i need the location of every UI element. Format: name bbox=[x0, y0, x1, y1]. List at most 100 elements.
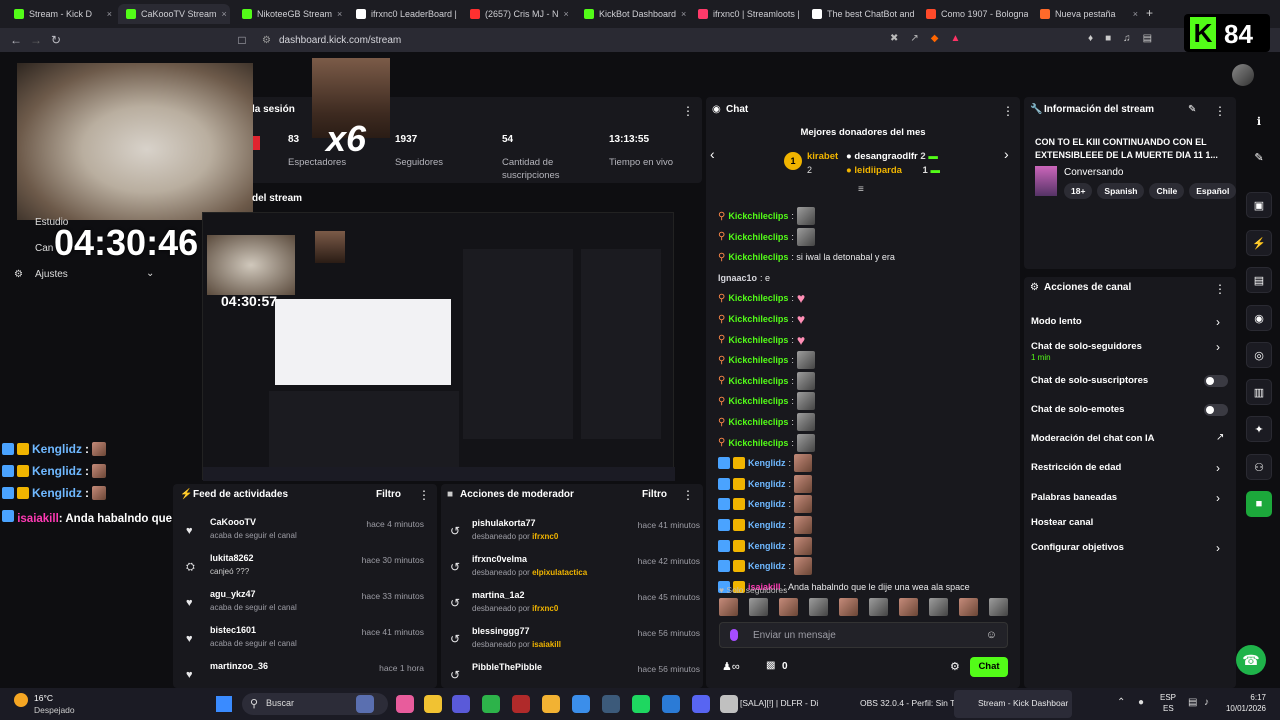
session-menu-icon[interactable]: ⋮ bbox=[682, 104, 694, 118]
mod-action-row[interactable]: ↺ blessinggg77 desbaneado por isaiakill hac… bbox=[450, 626, 700, 660]
donors-prev-icon[interactable]: ‹ bbox=[710, 146, 715, 162]
tray-chevron-icon[interactable]: ⌃ bbox=[1117, 697, 1125, 708]
address-bar[interactable]: ⚙ dashboard.kick.com/stream bbox=[262, 31, 1112, 49]
tab-close-icon[interactable]: × bbox=[681, 9, 686, 19]
chat-message[interactable]: Ignaac1o: e bbox=[718, 268, 770, 288]
chevron-right-icon[interactable]: › bbox=[1216, 491, 1220, 505]
chat-message[interactable]: ⚲ Kickchileclips: bbox=[718, 391, 815, 411]
chat-username[interactable]: Kenglidz bbox=[748, 541, 786, 551]
stream-tag[interactable]: Spanish bbox=[1097, 183, 1145, 199]
chat-icon[interactable]: ◉ bbox=[1246, 305, 1272, 331]
xbox-icon[interactable] bbox=[482, 695, 500, 713]
chat-username[interactable]: Ignaac1o bbox=[718, 273, 757, 283]
chat-message[interactable]: ⚲ Kickchileclips: bbox=[718, 350, 815, 370]
brave-shield-icon[interactable]: ◆ bbox=[931, 33, 939, 47]
bolt-icon[interactable]: ⚡ bbox=[1246, 230, 1272, 256]
info-icon[interactable]: ℹ bbox=[1246, 108, 1272, 134]
network-icon[interactable]: ▤ bbox=[1188, 697, 1197, 708]
browser-tab[interactable]: KickBot Dashboard × bbox=[576, 4, 686, 24]
chat-message[interactable]: Kenglidz: bbox=[718, 453, 813, 473]
windows-start-icon[interactable] bbox=[216, 696, 232, 712]
emoji-icon[interactable]: ☺ bbox=[986, 629, 997, 641]
clock-time[interactable]: 6:17 bbox=[1226, 693, 1266, 702]
chat-username[interactable]: Kickchileclips bbox=[728, 396, 788, 406]
copilot-icon[interactable] bbox=[396, 695, 414, 713]
browser-tab[interactable]: Como 1907 - Bologna× bbox=[918, 4, 1028, 24]
emote-picker-icon[interactable] bbox=[779, 598, 798, 616]
mic-tray-icon[interactable]: ● bbox=[1138, 697, 1144, 708]
reload-icon[interactable]: ↻ bbox=[48, 32, 64, 48]
toggle-switch[interactable] bbox=[1204, 375, 1228, 387]
chat-username[interactable]: Kenglidz bbox=[748, 520, 786, 530]
activity-row[interactable]: ♥ agu_ykz47 acaba de seguir el canal hace 3… bbox=[180, 589, 434, 623]
activity-filter-button[interactable]: Filtro bbox=[376, 489, 401, 500]
browser-tab[interactable]: Nueva pestaña × bbox=[1032, 4, 1142, 24]
tab-close-icon[interactable]: × bbox=[222, 9, 230, 19]
chat-message[interactable]: ⚲ Kickchileclips: bbox=[718, 227, 815, 247]
taskbar-kick[interactable]: Stream - Kick Dashboar bbox=[978, 698, 1068, 708]
activity-row[interactable]: ♥ bistec1601 acaba de seguir el canal hace … bbox=[180, 625, 434, 659]
discord-icon[interactable] bbox=[692, 695, 710, 713]
new-tab-button[interactable]: + bbox=[1146, 6, 1153, 20]
browser-tab[interactable]: ifrxnc0 LeaderBoard |× bbox=[348, 4, 458, 24]
emote-picker-icon[interactable] bbox=[809, 598, 828, 616]
emote-picker-icon[interactable] bbox=[899, 598, 918, 616]
browser-tab[interactable]: Stream - Kick D × bbox=[6, 4, 116, 24]
lang-indicator[interactable]: ESP bbox=[1160, 693, 1176, 702]
file-manager-icon[interactable] bbox=[424, 695, 442, 713]
mod-by-user[interactable]: ifrxnc0 bbox=[532, 532, 558, 541]
mod-by-user[interactable]: isaiakill bbox=[532, 640, 561, 649]
media-icon[interactable]: ♫ bbox=[1123, 33, 1131, 47]
edge-icon[interactable] bbox=[662, 695, 680, 713]
chat-username[interactable]: Kickchileclips bbox=[728, 252, 788, 262]
outlook-icon[interactable] bbox=[572, 695, 590, 713]
browser-tab[interactable]: (2657) Cris MJ - N × bbox=[462, 4, 572, 24]
mod-filter-button[interactable]: Filtro bbox=[642, 489, 667, 500]
user-avatar[interactable] bbox=[1232, 64, 1254, 86]
chat-send-button[interactable]: Chat bbox=[970, 657, 1008, 677]
chat-message[interactable]: Kenglidz: bbox=[718, 494, 813, 514]
tab-close-icon[interactable]: × bbox=[107, 9, 116, 19]
chat-input[interactable]: Enviar un mensaje ☺ bbox=[719, 622, 1008, 648]
channel-action-label[interactable]: Restricción de edad bbox=[1031, 462, 1121, 473]
spotify-icon[interactable] bbox=[632, 695, 650, 713]
mod-action-row[interactable]: ↺ martina_1a2 desbaneado por ifrxnc0 hace 4… bbox=[450, 590, 700, 624]
emote-picker-icon[interactable] bbox=[989, 598, 1008, 616]
external-link-icon[interactable]: ↗ bbox=[1216, 432, 1224, 443]
mod-action-row[interactable]: ↺ pishulakorta77 desbaneado por ifrxnc0 hac… bbox=[450, 518, 700, 552]
chat-username[interactable]: Kenglidz bbox=[748, 499, 786, 509]
chat-message[interactable]: ⚲ Kickchileclips: bbox=[718, 412, 815, 432]
chat-username[interactable]: Kickchileclips bbox=[728, 211, 788, 221]
sidebar-item-ajustes[interactable]: Ajustes bbox=[35, 269, 68, 280]
emote-picker-icon[interactable] bbox=[959, 598, 978, 616]
mute-icon[interactable]: ✖ bbox=[890, 33, 898, 47]
edit-icon[interactable]: ✎ bbox=[1246, 144, 1272, 170]
support-chat-icon[interactable]: ☎ bbox=[1236, 645, 1266, 675]
chat-message[interactable]: Kenglidz: bbox=[718, 515, 813, 535]
taskbar-discord[interactable]: [SALA][!] | DLFR - Di bbox=[740, 698, 818, 708]
focus-icon[interactable]: ▣ bbox=[1246, 192, 1272, 218]
broadcast-icon[interactable]: ◎ bbox=[1246, 342, 1272, 368]
chat-username[interactable]: Kickchileclips bbox=[728, 438, 788, 448]
teams-icon[interactable] bbox=[452, 695, 470, 713]
obs-icon[interactable] bbox=[720, 695, 738, 713]
chevron-right-icon[interactable]: › bbox=[1216, 315, 1220, 329]
stream-info-menu-icon[interactable]: ⋮ bbox=[1214, 104, 1226, 118]
browser-tab[interactable]: ifrxnc0 | Streamloots |× bbox=[690, 4, 800, 24]
stream-tag[interactable]: 18+ bbox=[1064, 183, 1093, 199]
sidebar-item-canal[interactable]: Can bbox=[35, 243, 53, 254]
channel-action-label[interactable]: Modo lento bbox=[1031, 316, 1082, 327]
mod-action-row[interactable]: ↺ ifrxnc0velma desbaneado por elpixulatact… bbox=[450, 554, 700, 588]
folder-icon[interactable] bbox=[542, 695, 560, 713]
list-icon[interactable]: ▥ bbox=[1246, 379, 1272, 405]
tools-icon[interactable]: ✦ bbox=[1246, 416, 1272, 442]
chat-username[interactable]: Kickchileclips bbox=[728, 355, 788, 365]
chat-message[interactable]: ⚲ Kickchileclips: bbox=[718, 433, 815, 453]
chat-username[interactable]: Kickchileclips bbox=[728, 417, 788, 427]
share-icon[interactable]: ↗ bbox=[910, 33, 918, 47]
site-info-icon[interactable]: ⚙ bbox=[262, 35, 271, 46]
chat-rules-icon[interactable]: ♟∞ bbox=[722, 660, 740, 673]
chevron-right-icon[interactable]: › bbox=[1216, 340, 1220, 354]
tab-close-icon[interactable]: × bbox=[564, 9, 572, 19]
mod-menu-icon[interactable]: ⋮ bbox=[682, 488, 694, 502]
